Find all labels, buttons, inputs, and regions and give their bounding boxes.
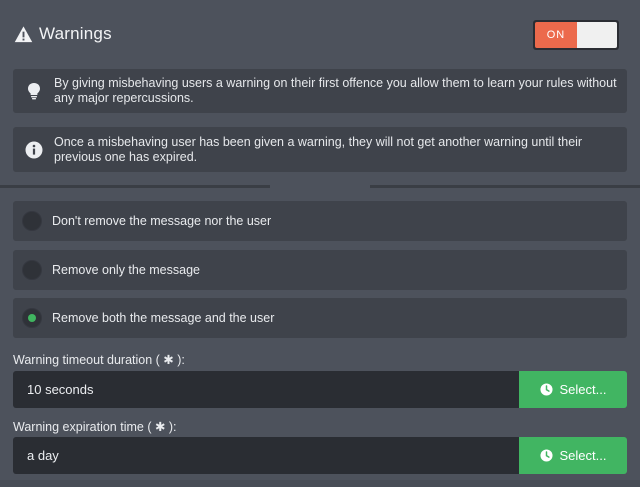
bottom-strip (0, 480, 640, 487)
title-wrap: Warnings (14, 24, 112, 44)
select-label: Select... (559, 382, 607, 397)
page-title: Warnings (39, 24, 112, 43)
radio-button[interactable] (22, 260, 42, 280)
warnings-toggle[interactable]: ON (533, 20, 619, 50)
radio-selected-dot (28, 314, 36, 322)
clock-icon (539, 449, 553, 462)
info-icon (25, 141, 43, 158)
expiration-field: a day Select... (13, 437, 627, 474)
expiration-select-button[interactable]: Select... (519, 437, 627, 474)
note-text: Once a misbehaving user has been given a… (54, 134, 583, 164)
option-label: Remove only the message (52, 263, 200, 277)
select-label: Select... (559, 448, 607, 463)
radio-button[interactable] (22, 211, 42, 231)
tip-box: By giving misbehaving users a warning on… (13, 69, 627, 113)
option-label: Remove both the message and the user (52, 311, 275, 325)
note-box: Once a misbehaving user has been given a… (13, 127, 627, 172)
timeout-value[interactable]: 10 seconds (13, 371, 519, 408)
clock-icon (539, 383, 553, 396)
option-remove-message-and-user[interactable]: Remove both the message and the user (13, 298, 627, 338)
warnings-header: Warnings ON (0, 0, 640, 70)
expiration-label: Warning expiration time ( ✱ ): (13, 420, 177, 434)
option-remove-message[interactable]: Remove only the message (13, 250, 627, 290)
tip-text: By giving misbehaving users a warning on… (54, 76, 617, 105)
option-keep-all[interactable]: Don't remove the message nor the user (13, 201, 627, 241)
timeout-field: 10 seconds Select... (13, 371, 627, 408)
timeout-select-button[interactable]: Select... (519, 371, 627, 408)
timeout-label: Warning timeout duration ( ✱ ): (13, 353, 185, 367)
radio-button-selected[interactable] (22, 308, 42, 328)
divider-right (370, 185, 640, 188)
lightbulb-icon (28, 83, 40, 100)
toggle-off-knob (577, 22, 617, 48)
divider-left (0, 185, 270, 188)
toggle-on-label: ON (535, 22, 577, 48)
option-label: Don't remove the message nor the user (52, 214, 272, 228)
expiration-value[interactable]: a day (13, 437, 519, 474)
warning-triangle-icon (14, 25, 33, 42)
